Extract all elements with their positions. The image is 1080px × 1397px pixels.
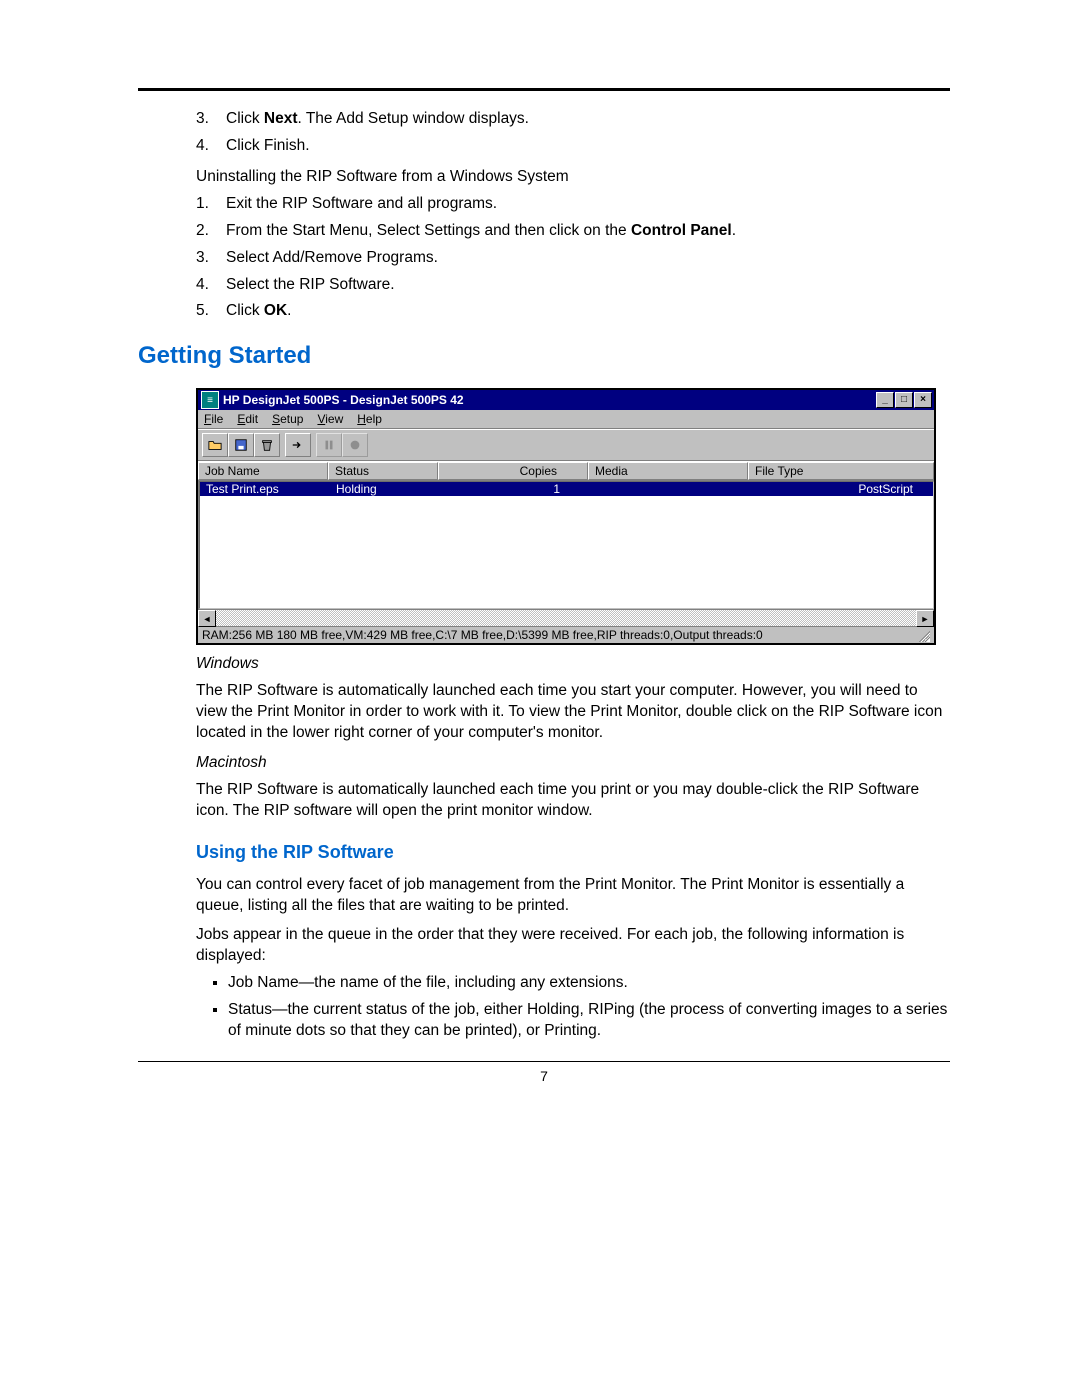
- mac-body: The RIP Software is automatically launch…: [196, 780, 950, 822]
- top-rule: [138, 88, 950, 91]
- maximize-button[interactable]: □: [895, 392, 913, 408]
- statusbar: RAM:256 MB 180 MB free,VM:429 MB free,C:…: [198, 626, 934, 643]
- col-media[interactable]: Media: [588, 462, 748, 480]
- open-icon[interactable]: [202, 433, 228, 457]
- bottom-rule: [138, 1061, 950, 1062]
- save-icon[interactable]: [228, 433, 254, 457]
- menu-view[interactable]: View: [317, 412, 343, 426]
- list-text: Click Finish.: [226, 136, 310, 157]
- info-bullets: Job Name—the name of the file, including…: [196, 973, 950, 1042]
- minimize-button[interactable]: _: [876, 392, 894, 408]
- stop-icon[interactable]: [342, 433, 368, 457]
- col-jobname[interactable]: Job Name: [198, 462, 328, 480]
- delete-icon[interactable]: [254, 433, 280, 457]
- list-text: Click Next. The Add Setup window display…: [226, 109, 529, 130]
- scroll-track[interactable]: [216, 610, 916, 626]
- resize-grip-icon[interactable]: [916, 628, 930, 642]
- h-scrollbar[interactable]: ◄ ►: [198, 609, 934, 626]
- list-num: 4.: [196, 136, 214, 157]
- windows-body: The RIP Software is automatically launch…: [196, 681, 950, 744]
- close-button[interactable]: ×: [914, 392, 932, 408]
- continued-list: 3. Click Next. The Add Setup window disp…: [196, 109, 950, 157]
- app-window: ≡ HP DesignJet 500PS - DesignJet 500PS 4…: [196, 388, 936, 645]
- titlebar[interactable]: ≡ HP DesignJet 500PS - DesignJet 500PS 4…: [198, 390, 934, 410]
- uninstall-list: 1.Exit the RIP Software and all programs…: [196, 194, 950, 323]
- p1: You can control every facet of job manag…: [196, 875, 950, 917]
- window-title: HP DesignJet 500PS - DesignJet 500PS 42: [223, 393, 876, 407]
- status-text: RAM:256 MB 180 MB free,VM:429 MB free,C:…: [202, 628, 763, 642]
- uninstall-heading: Uninstalling the RIP Software from a Win…: [196, 167, 950, 188]
- list-item: Job Name—the name of the file, including…: [228, 973, 950, 994]
- send-icon[interactable]: [285, 433, 311, 457]
- col-status[interactable]: Status: [328, 462, 438, 480]
- menu-help[interactable]: Help: [357, 412, 382, 426]
- scroll-left-icon[interactable]: ◄: [198, 610, 216, 627]
- app-icon: ≡: [201, 391, 219, 409]
- menu-file[interactable]: File: [204, 412, 223, 426]
- windows-subhead: Windows: [196, 655, 950, 673]
- job-list[interactable]: Test Print.eps Holding 1 PostScript: [198, 480, 934, 609]
- menu-setup[interactable]: Setup: [272, 412, 303, 426]
- col-filetype[interactable]: File Type: [748, 462, 934, 480]
- toolbar: [198, 429, 934, 461]
- menu-edit[interactable]: Edit: [237, 412, 258, 426]
- list-num: 3.: [196, 109, 214, 130]
- table-row[interactable]: Test Print.eps Holding 1 PostScript: [200, 482, 933, 496]
- heading-getting-started: Getting Started: [138, 342, 950, 370]
- mac-subhead: Macintosh: [196, 754, 950, 772]
- col-copies[interactable]: Copies: [438, 462, 588, 480]
- page-number: 7: [138, 1068, 950, 1084]
- menubar: File Edit Setup View Help: [198, 410, 934, 429]
- heading-using-rip: Using the RIP Software: [196, 842, 950, 863]
- pause-icon[interactable]: [316, 433, 342, 457]
- column-headers: Job Name Status Copies Media File Type: [198, 461, 934, 480]
- list-item: Status—the current status of the job, ei…: [228, 1000, 950, 1042]
- p2: Jobs appear in the queue in the order th…: [196, 925, 950, 967]
- scroll-right-icon[interactable]: ►: [916, 610, 934, 627]
